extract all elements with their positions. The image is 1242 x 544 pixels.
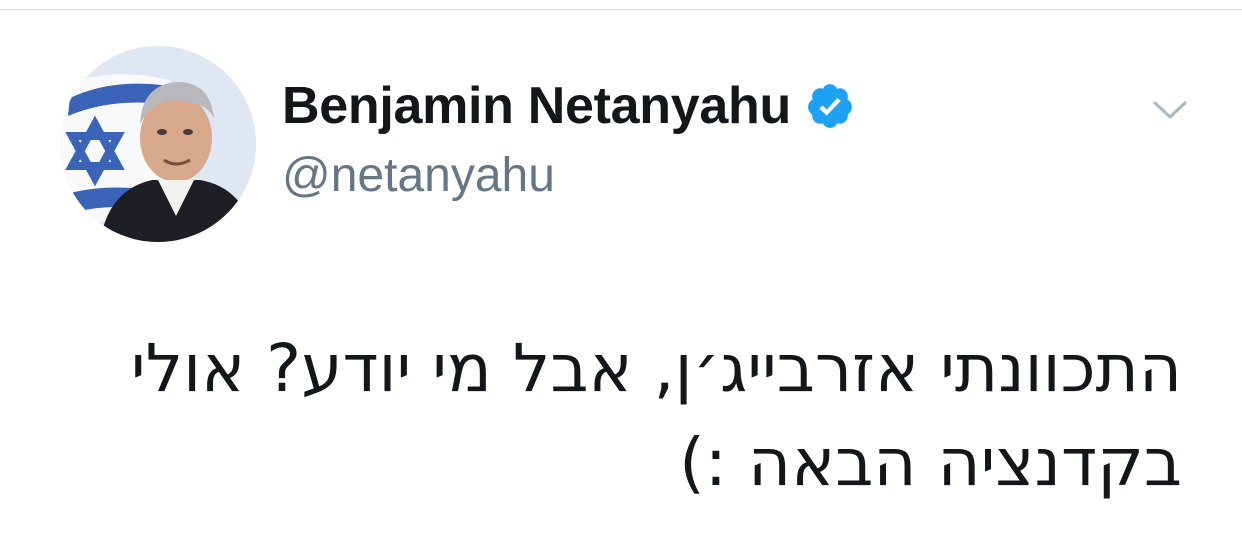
avatar-image (60, 46, 256, 242)
chevron-down-icon[interactable] (1152, 98, 1188, 122)
author-display-name[interactable]: Benjamin Netanyahu (282, 76, 791, 136)
author-name-row: Benjamin Netanyahu (282, 76, 855, 136)
tweet-text: התכוונתי אזרבייג׳ן, אבל מי יודע? אולי בק… (130, 330, 1182, 501)
verified-badge-icon (805, 81, 855, 131)
avatar[interactable] (60, 46, 256, 242)
author-handle[interactable]: @netanyahu (282, 148, 555, 203)
top-divider (0, 9, 1242, 10)
